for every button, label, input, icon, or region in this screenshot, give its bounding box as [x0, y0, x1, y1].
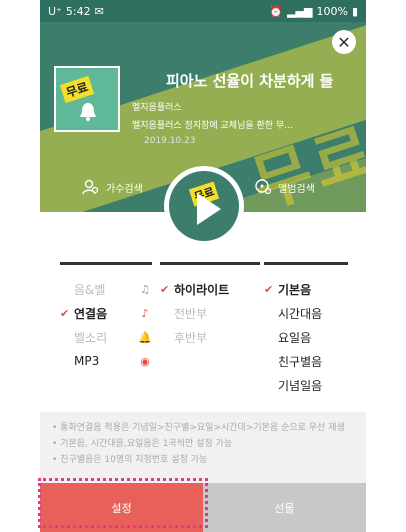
signal-icon: ▂▄▆	[287, 4, 313, 18]
option-label: 하이라이트	[174, 282, 230, 297]
carrier-label: U⁺	[48, 4, 62, 18]
option-item[interactable]: ✔ 연결음 ♪	[60, 301, 152, 325]
release-date: 2019.10.23	[144, 136, 196, 146]
bell-icon: 🔔	[138, 330, 152, 344]
play-button[interactable]: 무료	[164, 166, 244, 246]
close-icon: ✕	[337, 32, 351, 52]
mp3-icon: ◉	[140, 354, 150, 368]
check-icon: ✔	[160, 282, 170, 296]
check-icon: ✔	[60, 306, 70, 320]
ringtone-options: 음&벨 ♫ ✔ 연결음 ♪ 벨소리 🔔 MP3 ◉ ✔ 하이라이트전반부후반부 ✔ 기본음시간대음요…	[40, 262, 366, 412]
column-divider	[264, 262, 348, 265]
disc-art: 무료	[169, 171, 239, 241]
option-item[interactable]: 시간대음	[264, 301, 348, 325]
highlight-outline	[38, 478, 208, 528]
option-item[interactable]: 친구별음	[264, 349, 348, 373]
section-column: ✔ 하이라이트전반부후반부	[160, 262, 260, 349]
option-item[interactable]: MP3 ◉	[60, 349, 152, 373]
option-label: 전반부	[174, 306, 208, 321]
alarm-icon: ⏰	[269, 4, 284, 18]
option-label: 기념일음	[278, 378, 323, 393]
notice-line: • 친구별음은 10명의 지정번호 설정 가능	[52, 455, 208, 465]
clock: 5:42	[65, 4, 91, 18]
gift-button[interactable]: 선물	[203, 483, 366, 532]
option-item[interactable]: ✔ 기본음	[264, 277, 348, 301]
check-icon: ✔	[264, 282, 274, 296]
type-column: 음&벨 ♫ ✔ 연결음 ♪ 벨소리 🔔 MP3 ◉	[60, 262, 152, 373]
song-title: 피아노 선율이 차분하게 들	[166, 72, 334, 90]
option-label: 요일음	[278, 330, 312, 345]
column-divider	[160, 262, 260, 265]
message-icon: ✉	[94, 4, 104, 18]
battery-icon: ▮	[351, 4, 358, 18]
close-button[interactable]: ✕	[332, 30, 356, 54]
person-search-icon	[82, 179, 99, 195]
option-label: 친구별음	[278, 354, 323, 369]
note-bell-icon: ♫	[140, 282, 150, 296]
option-item[interactable]: 후반부	[160, 325, 260, 349]
notice-line: • 통화연결음 적용은 기념일>친구별>요일>시간대>기본음 순으로 우선 재생	[52, 423, 345, 433]
note-icon: ♪	[141, 306, 149, 320]
song-description: 멜지음플러스 정지장에 교체님을 환한 무…	[132, 121, 294, 131]
option-label: 후반부	[174, 330, 208, 345]
option-item[interactable]: 요일음	[264, 325, 348, 349]
album-art: 무료	[54, 66, 120, 132]
artist-search-button[interactable]: 가수검색	[82, 178, 143, 196]
option-label: 기본음	[278, 282, 312, 297]
artist-search-label: 가수검색	[106, 183, 143, 195]
play-icon	[197, 193, 221, 225]
schedule-column: ✔ 기본음시간대음요일음친구별음기념일음	[264, 262, 348, 397]
option-item[interactable]: 벨소리 🔔	[60, 325, 152, 349]
disc-search-icon	[255, 179, 272, 195]
option-label: 벨소리	[74, 330, 108, 345]
column-divider	[60, 262, 152, 265]
option-item[interactable]: 음&벨 ♫	[60, 277, 152, 301]
option-label: 연결음	[74, 306, 108, 321]
option-item[interactable]: 기념일음	[264, 373, 348, 397]
status-bar: U⁺ 5:42 ✉ ⏰ ▂▄▆ 100% ▮	[40, 0, 366, 22]
option-item[interactable]: ✔ 하이라이트	[160, 277, 260, 301]
phone-screen: U⁺ 5:42 ✉ ⏰ ▂▄▆ 100% ▮ 무료 ✕ 무료 피아노 선율이 차…	[40, 0, 366, 532]
option-label: 시간대음	[278, 306, 323, 321]
notice-line: • 기본음, 시간대음,요일음은 1곡씩만 설정 가능	[52, 439, 233, 449]
option-item[interactable]: 전반부	[160, 301, 260, 325]
option-label: 음&벨	[74, 282, 106, 297]
bell-icon	[80, 103, 96, 121]
album-search-button[interactable]: 앨범검색	[254, 178, 315, 196]
artist-name[interactable]: 멜지음플러스	[132, 100, 182, 113]
battery-level: 100%	[316, 4, 348, 18]
album-search-label: 앨범검색	[278, 183, 315, 195]
option-label: MP3	[74, 354, 100, 368]
